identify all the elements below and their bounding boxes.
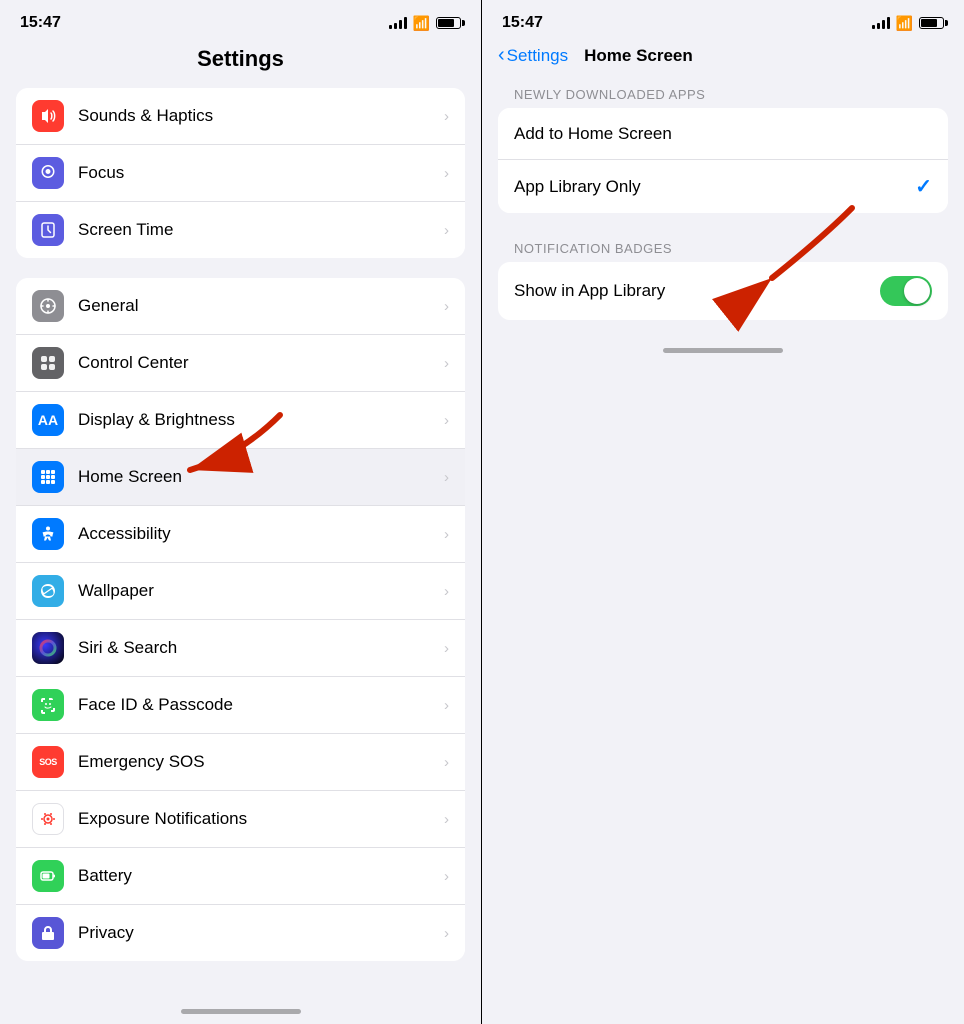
privacy-icon — [32, 917, 64, 949]
homescreen-label: Home Screen — [78, 467, 436, 487]
sos-chevron: › — [444, 754, 449, 771]
display-label: Display & Brightness — [78, 410, 436, 430]
row-sos[interactable]: SOS Emergency SOS › — [16, 734, 465, 791]
row-privacy[interactable]: Privacy › — [16, 905, 465, 961]
accessibility-chevron: › — [444, 526, 449, 543]
right-signal-icon — [872, 17, 890, 29]
back-button[interactable]: ‹ Settings — [498, 44, 568, 67]
faceid-label: Face ID & Passcode — [78, 695, 436, 715]
screentime-icon — [32, 214, 64, 246]
faceid-chevron: › — [444, 697, 449, 714]
display-chevron: › — [444, 412, 449, 429]
newly-downloaded-group: Add to Home Screen App Library Only ✓ — [498, 108, 948, 213]
right-page-title: Home Screen — [584, 46, 693, 66]
show-app-library-label: Show in App Library — [514, 281, 880, 301]
sounds-label: Sounds & Haptics — [78, 106, 436, 126]
right-status-bar: 15:47 📶 — [482, 0, 964, 38]
left-status-bar: 15:47 📶 — [0, 0, 481, 38]
sounds-chevron: › — [444, 108, 449, 125]
row-general[interactable]: General › — [16, 278, 465, 335]
row-screentime[interactable]: Screen Time › — [16, 202, 465, 258]
faceid-icon — [32, 689, 64, 721]
screentime-chevron: › — [444, 222, 449, 239]
left-scroll: Sounds & Haptics › Focus › — [0, 88, 481, 1001]
battery-icon-row — [32, 860, 64, 892]
toggle-row-show-app-library: Show in App Library — [498, 262, 948, 320]
exposure-label: Exposure Notifications — [78, 809, 436, 829]
row-controlcenter[interactable]: Control Center › — [16, 335, 465, 392]
settings-group-1: Sounds & Haptics › Focus › — [16, 88, 465, 258]
row-sounds[interactable]: Sounds & Haptics › — [16, 88, 465, 145]
back-label: Settings — [507, 46, 568, 66]
right-time: 15:47 — [502, 14, 543, 32]
general-icon — [32, 290, 64, 322]
row-battery[interactable]: Battery › — [16, 848, 465, 905]
display-icon: AA — [32, 404, 64, 436]
privacy-chevron: › — [444, 925, 449, 942]
siri-chevron: › — [444, 640, 449, 657]
homescreen-icon — [32, 461, 64, 493]
general-label: General — [78, 296, 436, 316]
right-panel: 15:47 📶 ‹ Settings Home Screen — [482, 0, 964, 1024]
show-app-library-toggle[interactable] — [880, 276, 932, 306]
back-chevron-icon: ‹ — [498, 44, 505, 67]
general-chevron: › — [444, 298, 449, 315]
wallpaper-label: Wallpaper — [78, 581, 436, 601]
right-status-icons: 📶 — [872, 15, 944, 32]
wallpaper-chevron: › — [444, 583, 449, 600]
right-header: ‹ Settings Home Screen — [482, 38, 964, 79]
option-app-library[interactable]: App Library Only ✓ — [498, 160, 948, 213]
exposure-icon — [32, 803, 64, 835]
row-exposure[interactable]: Exposure Notifications › — [16, 791, 465, 848]
add-home-label: Add to Home Screen — [514, 124, 932, 144]
settings-group-2: General › Control Center › — [16, 278, 465, 961]
accessibility-label: Accessibility — [78, 524, 436, 544]
left-panel: 15:47 📶 Settings — [0, 0, 482, 1024]
siri-icon — [32, 632, 64, 664]
focus-label: Focus — [78, 163, 436, 183]
controlcenter-icon — [32, 347, 64, 379]
sounds-icon — [32, 100, 64, 132]
toggle-knob — [904, 278, 930, 304]
row-accessibility[interactable]: Accessibility › — [16, 506, 465, 563]
siri-label: Siri & Search — [78, 638, 436, 658]
panels-wrapper: 15:47 📶 Settings — [0, 0, 964, 1024]
sos-icon: SOS — [32, 746, 64, 778]
controlcenter-label: Control Center — [78, 353, 436, 373]
focus-icon — [32, 157, 64, 189]
exposure-chevron: › — [444, 811, 449, 828]
right-home-bar — [663, 348, 783, 353]
wifi-icon: 📶 — [413, 15, 430, 32]
left-title: Settings — [0, 38, 481, 88]
controlcenter-chevron: › — [444, 355, 449, 372]
app-library-checkmark: ✓ — [915, 174, 932, 199]
row-homescreen[interactable]: Home Screen › — [16, 449, 465, 506]
wallpaper-icon — [32, 575, 64, 607]
notification-badges-group: Show in App Library — [498, 262, 948, 320]
focus-chevron: › — [444, 165, 449, 182]
section-notification-badges: NOTIFICATION BADGES — [482, 233, 964, 262]
battery-status-icon — [436, 17, 461, 29]
left-time: 15:47 — [20, 14, 61, 32]
homescreen-chevron: › — [444, 469, 449, 486]
battery-label: Battery — [78, 866, 436, 886]
row-wallpaper[interactable]: Wallpaper › — [16, 563, 465, 620]
row-faceid[interactable]: Face ID & Passcode › — [16, 677, 465, 734]
accessibility-icon — [32, 518, 64, 550]
right-battery-icon — [919, 17, 944, 29]
row-siri[interactable]: Siri & Search › — [16, 620, 465, 677]
app-library-label: App Library Only — [514, 177, 915, 197]
row-focus[interactable]: Focus › — [16, 145, 465, 202]
left-home-bar — [181, 1009, 301, 1014]
row-display[interactable]: AA Display & Brightness › — [16, 392, 465, 449]
section-newly-downloaded: NEWLY DOWNLOADED APPS — [482, 79, 964, 108]
signal-bars-icon — [389, 17, 407, 29]
right-wifi-icon: 📶 — [896, 15, 913, 32]
left-status-icons: 📶 — [389, 15, 461, 32]
sos-label: Emergency SOS — [78, 752, 436, 772]
privacy-label: Privacy — [78, 923, 436, 943]
battery-chevron: › — [444, 868, 449, 885]
screentime-label: Screen Time — [78, 220, 436, 240]
option-add-home[interactable]: Add to Home Screen — [498, 108, 948, 160]
